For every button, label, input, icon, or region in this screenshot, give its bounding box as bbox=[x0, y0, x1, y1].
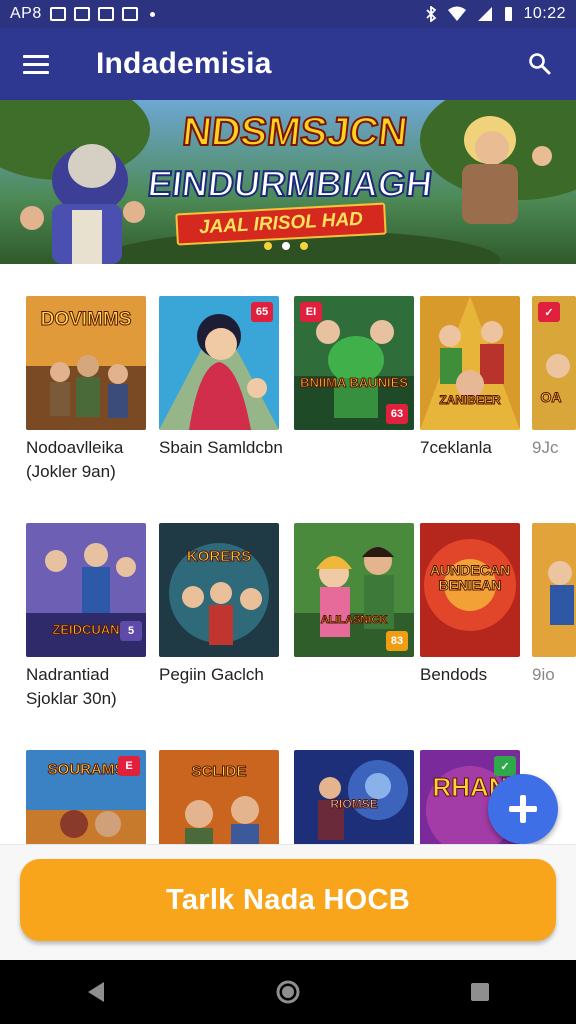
app-bar: Indademisia bbox=[0, 28, 576, 100]
carrier-label: AP8 bbox=[10, 5, 42, 22]
thumbnail-title: ALILASNICK bbox=[320, 614, 388, 626]
game-thumbnail[interactable]: KORERS bbox=[159, 523, 279, 657]
game-tile[interactable]: ZANIBEER 7ceklanla bbox=[420, 296, 520, 460]
game-tile[interactable]: ALILASNICK 83 bbox=[294, 523, 414, 657]
bottom-action-area: Tarlk Nada HOCB bbox=[0, 844, 576, 960]
thumbnail-title: KORERS bbox=[186, 548, 252, 565]
menu-icon bbox=[23, 55, 49, 74]
recents-icon bbox=[471, 983, 489, 1001]
game-subtitle: (Jokler 9an) bbox=[26, 462, 116, 481]
game-tile[interactable]: ZEIDCUAN 5 Nadrantiad Sjoklar 30n) bbox=[26, 523, 146, 711]
game-tile[interactable]: SOURAMS E bbox=[26, 750, 146, 844]
game-thumbnail[interactable]: SCLIDE bbox=[159, 750, 279, 844]
game-tile[interactable]: 9io bbox=[532, 523, 576, 687]
status-bar: AP8 10:22 bbox=[0, 0, 576, 28]
app-screen: AP8 10:22 Indademisia NDSMSJCN EINDURMBI… bbox=[0, 0, 576, 1024]
game-thumbnail[interactable]: DOVIMMS bbox=[26, 296, 146, 430]
game-title: 7ceklanla bbox=[420, 438, 492, 457]
bluetooth-icon bbox=[426, 6, 437, 22]
home-button[interactable] bbox=[268, 972, 308, 1012]
game-thumbnail[interactable]: ZEIDCUAN 5 bbox=[26, 523, 146, 657]
badge-icon: 5 bbox=[120, 621, 142, 641]
game-thumbnail[interactable]: ZANIBEER bbox=[420, 296, 520, 430]
dot-icon bbox=[149, 11, 155, 17]
primary-cta-button[interactable]: Tarlk Nada HOCB bbox=[20, 859, 556, 941]
game-tile[interactable]: DOVIMMS Nodoavlleika (Jokler 9an) bbox=[26, 296, 146, 484]
game-thumbnail[interactable] bbox=[532, 523, 576, 657]
game-subtitle: Sjoklar 30n) bbox=[26, 689, 117, 708]
game-title: Nadrantiad bbox=[26, 665, 110, 684]
new-badge-icon: E bbox=[118, 756, 140, 776]
banner-pager[interactable] bbox=[264, 242, 308, 250]
game-tile[interactable]: AUNDECAN BENIEAN Bendods bbox=[420, 523, 520, 687]
game-title: 9Jc bbox=[532, 438, 559, 457]
price-badge-icon: 83 bbox=[386, 631, 408, 651]
plus-icon bbox=[509, 795, 537, 823]
add-fab-button[interactable] bbox=[488, 774, 558, 844]
game-title: Nodoavlleika bbox=[26, 438, 124, 457]
game-tile[interactable]: SCLIDE bbox=[159, 750, 279, 844]
pager-dot-active[interactable] bbox=[282, 242, 290, 250]
thumbnail-art bbox=[420, 296, 520, 430]
new-badge-icon: EI bbox=[300, 302, 322, 322]
system-nav-bar bbox=[0, 960, 576, 1024]
thumbnail-title: OA bbox=[540, 389, 562, 405]
hero-banner[interactable]: NDSMSJCN EINDURMBIAGH JAAL IRISOL HAD bbox=[0, 100, 576, 264]
battery-icon bbox=[505, 7, 513, 21]
new-badge-icon: ✓ bbox=[538, 302, 560, 322]
home-icon bbox=[276, 980, 300, 1004]
game-title: Pegiin Gaclch bbox=[159, 665, 264, 684]
game-tile[interactable]: ✓ OA 9Jc bbox=[532, 296, 576, 460]
price-badge-icon: 63 bbox=[386, 404, 408, 424]
badge-icon: ✓ bbox=[494, 756, 516, 776]
pager-dot[interactable] bbox=[300, 242, 308, 250]
wifi-icon bbox=[448, 6, 467, 21]
game-title: Sbain Samldcbn bbox=[159, 438, 283, 457]
game-title: Bendods bbox=[420, 665, 488, 684]
game-title: 9io bbox=[532, 665, 555, 684]
game-thumbnail[interactable]: ALILASNICK 83 bbox=[294, 523, 414, 657]
thumbnail-title: RIOMSE bbox=[330, 797, 378, 811]
game-thumbnail[interactable]: 65 bbox=[159, 296, 279, 430]
thumbnail-art bbox=[532, 523, 576, 657]
app-title: Indademisia bbox=[96, 47, 272, 80]
document-icon bbox=[97, 7, 114, 21]
clock: 10:22 bbox=[523, 5, 566, 22]
banner-subheadline: EINDURMBIAGH bbox=[145, 162, 435, 205]
game-tile[interactable]: KORERS Pegiin Gaclch bbox=[159, 523, 279, 687]
signal-icon bbox=[478, 7, 493, 21]
banner-headline: NDSMSJCN bbox=[179, 109, 410, 155]
game-tile[interactable]: 65 Sbain Samldcbn bbox=[159, 296, 283, 460]
game-grid[interactable]: DOVIMMS Nodoavlleika (Jokler 9an) 65 Sba… bbox=[0, 264, 576, 844]
thumbnail-title: BNIIMA BAUNIES bbox=[300, 375, 409, 390]
search-button[interactable] bbox=[504, 28, 576, 100]
recents-button[interactable] bbox=[460, 972, 500, 1012]
picture-icon bbox=[121, 7, 138, 21]
game-tile[interactable]: EI BNIIMA BAUNIES 63 bbox=[294, 296, 414, 430]
game-thumbnail[interactable]: AUNDECAN BENIEAN bbox=[420, 523, 520, 657]
search-icon bbox=[529, 53, 551, 75]
game-tile[interactable]: RIOMSE bbox=[294, 750, 414, 844]
menu-button[interactable] bbox=[0, 28, 72, 100]
game-thumbnail[interactable]: ✓ OA bbox=[532, 296, 576, 430]
pager-dot[interactable] bbox=[264, 242, 272, 250]
thumbnail-art bbox=[159, 523, 279, 657]
game-thumbnail[interactable]: SOURAMS E bbox=[26, 750, 146, 844]
game-thumbnail[interactable]: EI BNIIMA BAUNIES 63 bbox=[294, 296, 414, 430]
back-icon bbox=[88, 982, 104, 1002]
back-button[interactable] bbox=[76, 972, 116, 1012]
image-icon bbox=[49, 7, 66, 21]
thumbnail-title: ZANIBEER bbox=[439, 393, 501, 407]
new-badge-icon: 65 bbox=[251, 302, 273, 322]
thumbnail-title: DOVIMMS bbox=[40, 309, 132, 330]
bag-icon bbox=[73, 7, 90, 21]
game-thumbnail[interactable]: RIOMSE bbox=[294, 750, 414, 844]
thumbnail-title: AUNDECAN BENIEAN bbox=[429, 562, 511, 593]
thumbnail-title: SCLIDE bbox=[191, 763, 247, 780]
